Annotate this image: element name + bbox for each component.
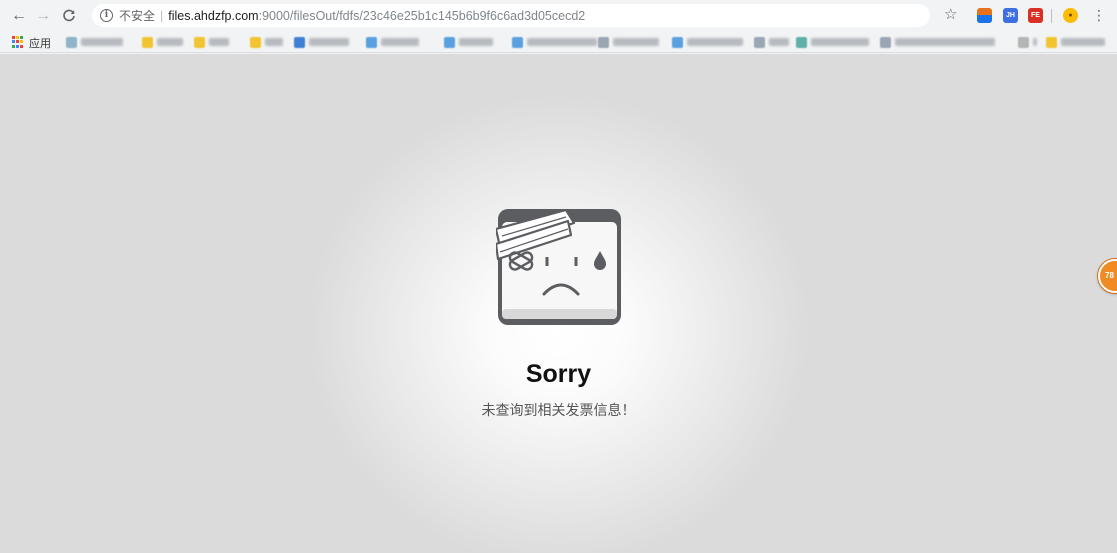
bookmark-item[interactable] (250, 36, 283, 48)
scrollbar[interactable] (1107, 54, 1117, 553)
bookmarks-bar: 应用 (0, 31, 1117, 53)
forward-arrow-icon[interactable]: → (32, 5, 54, 27)
url-separator: | (160, 8, 164, 23)
info-icon[interactable]: i (100, 9, 113, 22)
floating-badge-button[interactable]: 78 (1098, 259, 1117, 293)
apps-label[interactable]: 应用 (29, 35, 51, 51)
browser-toolbar: ← → i 不安全 | files.ahdzfp.com:9000/filesO… (0, 0, 1117, 31)
reload-icon[interactable] (58, 5, 80, 27)
bookmark-item[interactable] (444, 36, 493, 48)
bookmark-item[interactable] (598, 36, 659, 48)
toolbar-divider (1051, 9, 1052, 23)
error-message: 未查询到相关发票信息！ (481, 403, 636, 419)
browser-menu-icon[interactable]: ⋮ (1092, 7, 1106, 23)
back-arrow-icon[interactable]: ← (8, 5, 30, 27)
address-bar[interactable]: i 不安全 | files.ahdzfp.com:9000/filesOut/f… (92, 4, 930, 27)
bookmark-item[interactable] (66, 36, 123, 48)
error-page: Sorry 未查询到相关发票信息！ 78 (0, 54, 1117, 553)
bookmark-star-icon[interactable]: ☆ (944, 7, 957, 23)
apps-grid-icon[interactable] (12, 36, 24, 48)
bookmark-item[interactable] (512, 36, 597, 48)
extension-colorful-icon[interactable] (977, 8, 992, 23)
bookmark-item[interactable] (754, 36, 789, 48)
url-path: :9000/filesOut/fdfs/23c46e25b1c145b6b9f6… (258, 8, 586, 23)
extension-jh-icon[interactable]: JH (1003, 8, 1018, 23)
bookmark-item[interactable] (880, 36, 995, 48)
extension-bee-icon[interactable]: ● (1063, 8, 1078, 23)
bookmark-item[interactable] (142, 36, 183, 48)
error-title: Sorry (525, 360, 592, 388)
url-host: files.ahdzfp.com (168, 8, 259, 23)
bookmark-item[interactable] (672, 36, 743, 48)
bookmark-item[interactable] (1018, 36, 1037, 48)
extension-fe-icon[interactable]: FE (1028, 8, 1043, 23)
bookmark-item[interactable] (1046, 36, 1105, 48)
sad-window-bandaged-icon (496, 208, 621, 325)
bookmark-item[interactable] (194, 36, 229, 48)
bookmark-item[interactable] (796, 36, 869, 48)
bookmark-item[interactable] (366, 36, 419, 48)
bookmark-item[interactable] (294, 36, 349, 48)
security-label: 不安全 (119, 9, 156, 23)
